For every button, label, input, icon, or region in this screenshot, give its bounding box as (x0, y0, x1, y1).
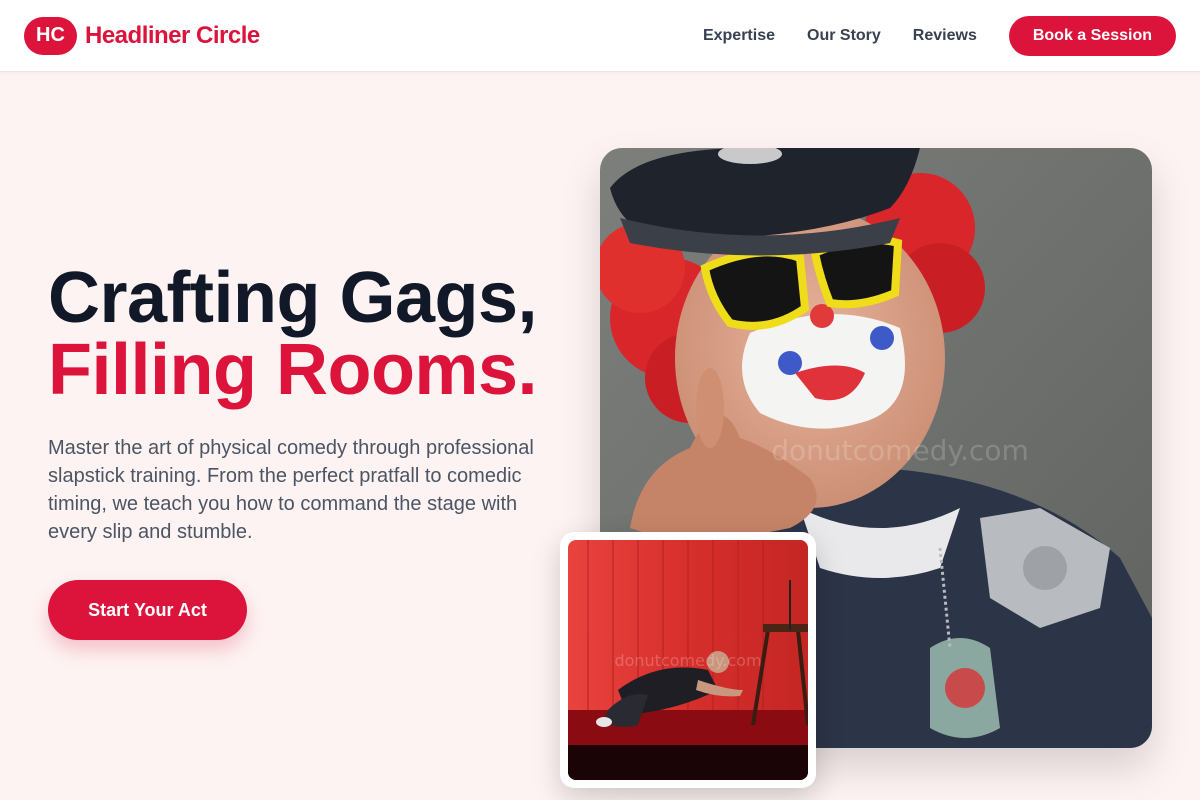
start-your-act-button[interactable]: Start Your Act (48, 580, 247, 640)
hero-description: Master the art of physical comedy throug… (48, 437, 534, 543)
book-session-button[interactable]: Book a Session (1008, 15, 1176, 56)
site-header: HC Headliner Circle Expertise Our Story … (0, 0, 1200, 72)
nav-link-reviews[interactable]: Reviews (913, 27, 977, 45)
hero-title-line1: Crafting Gags, (48, 258, 538, 338)
main-photo-watermark: donutcomedy.com (771, 434, 1028, 467)
nav-link-our-story[interactable]: Our Story (807, 27, 881, 45)
hero-title-line2: Filling Rooms. (48, 330, 537, 410)
inset-photo-watermark: donutcomedy.com (614, 651, 761, 670)
brand-badge: HC (24, 16, 77, 55)
hero-section: Crafting Gags, Filling Rooms. Master the… (48, 262, 568, 640)
brand-logo-link[interactable]: HC Headliner Circle (24, 16, 260, 55)
hero-title: Crafting Gags, Filling Rooms. (48, 262, 568, 406)
pratfall-photo-frame: donutcomedy.com (560, 532, 816, 788)
main-nav: Expertise Our Story Reviews Book a Sessi… (671, 15, 1176, 56)
pratfall-photo: donutcomedy.com (568, 540, 808, 780)
brand-name: Headliner Circle (85, 21, 260, 49)
nav-link-expertise[interactable]: Expertise (703, 27, 775, 45)
